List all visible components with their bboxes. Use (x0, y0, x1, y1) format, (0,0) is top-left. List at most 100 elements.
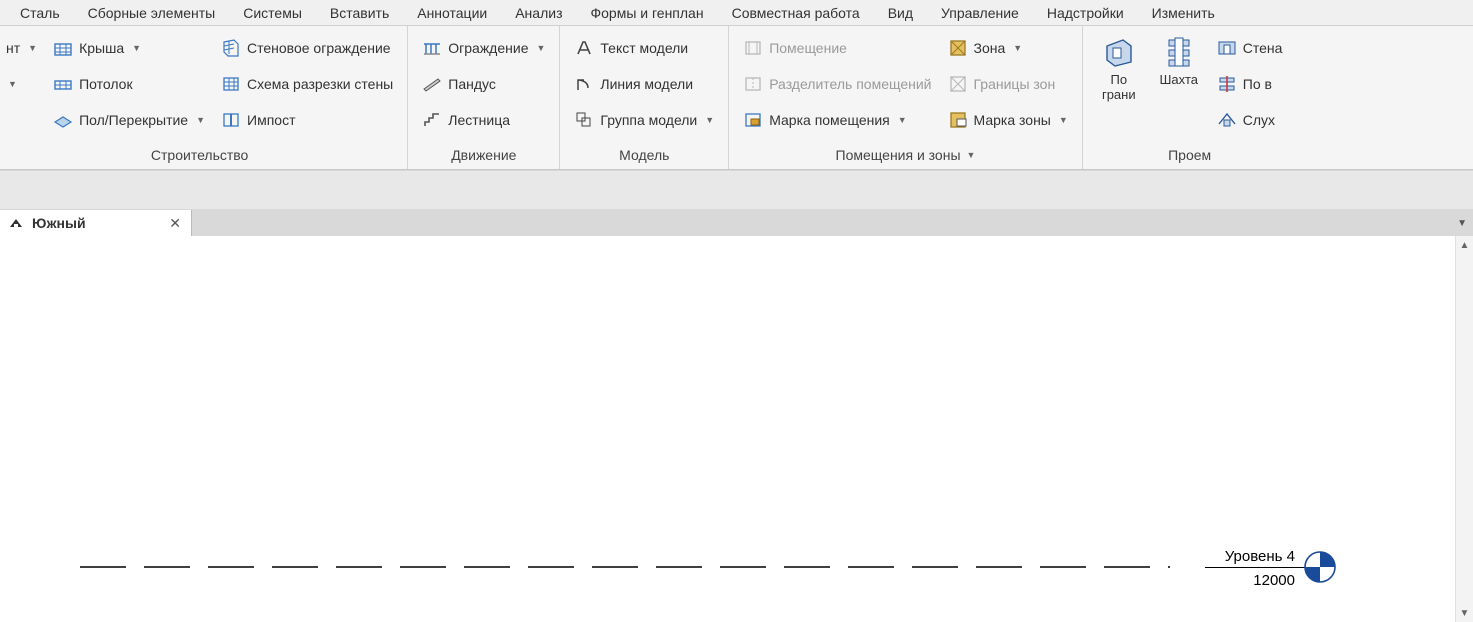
ramp-icon (422, 74, 442, 94)
tab-precast[interactable]: Сборные элементы (74, 2, 230, 24)
curtain-wall-button[interactable]: Стеновое ограждение (215, 32, 399, 64)
curtain-wall-icon (221, 38, 241, 58)
vertical-opening-icon (1217, 74, 1237, 94)
panel-build: нт▼ ▼ Крыша▼ Потолок Пол/Перекрытие▼ (0, 26, 408, 169)
tab-massing[interactable]: Формы и генплан (576, 2, 717, 24)
panel-label-opening: Проем (1091, 143, 1289, 169)
chevron-down-icon: ▼ (1013, 43, 1022, 53)
tab-manage[interactable]: Управление (927, 2, 1033, 24)
vertical-scrollbar[interactable]: ▲ ▼ (1455, 236, 1473, 622)
tab-addins[interactable]: Надстройки (1033, 2, 1138, 24)
scroll-up-icon[interactable]: ▲ (1456, 236, 1473, 254)
chevron-down-icon: ▼ (898, 115, 907, 125)
panel-label-model: Модель (568, 143, 720, 169)
shaft-icon (1163, 36, 1195, 68)
railing-icon (422, 38, 442, 58)
dormer-button[interactable]: Слух (1211, 104, 1289, 136)
ramp-button[interactable]: Пандус (416, 68, 551, 100)
room-separator-button: Разделитель помещений (737, 68, 937, 100)
close-icon[interactable]: ✕ (169, 215, 181, 232)
area-tag-icon (948, 110, 968, 130)
model-line-icon (574, 74, 594, 94)
level-name-label[interactable]: Уровень 4 (1225, 548, 1295, 565)
panel-model: Текст модели Линия модели Группа модели▼… (560, 26, 729, 169)
elevation-icon (8, 215, 24, 231)
mullion-button[interactable]: Импост (215, 104, 399, 136)
tab-collaborate[interactable]: Совместная работа (718, 2, 874, 24)
model-text-icon (574, 38, 594, 58)
tab-view[interactable]: Вид (874, 2, 927, 24)
unknown-button-partial[interactable] (0, 104, 43, 136)
level-rule (1205, 567, 1305, 568)
model-group-icon (574, 110, 594, 130)
view-tab-label: Южный (32, 215, 86, 231)
tab-systems[interactable]: Системы (229, 2, 316, 24)
by-face-button[interactable]: По грани (1091, 32, 1147, 143)
shaft-button[interactable]: Шахта (1151, 32, 1207, 143)
mullion-icon (221, 110, 241, 130)
dormer-icon (1217, 110, 1237, 130)
roof-icon (53, 38, 73, 58)
view-tabs-overflow-icon[interactable]: ▼ (1457, 218, 1467, 229)
curtain-grid-button[interactable]: Схема разрезки стены (215, 68, 399, 100)
view-tab-active[interactable]: Южный ✕ (0, 210, 192, 236)
ribbon-tab-strip: Сталь Сборные элементы Системы Вставить … (0, 0, 1473, 26)
ribbon: нт▼ ▼ Крыша▼ Потолок Пол/Перекрытие▼ (0, 26, 1473, 170)
area-icon (948, 38, 968, 58)
chevron-down-icon: ▼ (967, 150, 976, 160)
tab-modify[interactable]: Изменить (1138, 2, 1229, 24)
chevron-down-icon: ▼ (196, 115, 205, 125)
drawing-area-wrap: Уровень 4 12000 ▲ ▼ (0, 236, 1473, 622)
area-boundary-button: Границы зон (942, 68, 1074, 100)
ceiling-icon (53, 74, 73, 94)
stair-icon (422, 110, 442, 130)
column-button-partial[interactable]: ▼ (0, 68, 43, 100)
panel-rooms-areas: Помещение Разделитель помещений Марка по… (729, 26, 1083, 169)
area-tag-button[interactable]: Марка зоны▼ (942, 104, 1074, 136)
curtain-grid-icon (221, 74, 241, 94)
by-face-icon (1103, 36, 1135, 68)
options-bar (0, 170, 1473, 210)
scroll-down-icon[interactable]: ▼ (1456, 604, 1473, 622)
railing-button[interactable]: Ограждение▼ (416, 32, 551, 64)
ceiling-button[interactable]: Потолок (47, 68, 211, 100)
tab-analyze[interactable]: Анализ (501, 2, 576, 24)
tab-insert[interactable]: Вставить (316, 2, 403, 24)
room-tag-button[interactable]: Марка помещения▼ (737, 104, 937, 136)
view-tab-strip: Южный ✕ ▼ (0, 210, 1473, 236)
model-line-button[interactable]: Линия модели (568, 68, 720, 100)
room-separator-icon (743, 74, 763, 94)
model-text-button[interactable]: Текст модели (568, 32, 720, 64)
tab-annotate[interactable]: Аннотации (403, 2, 501, 24)
room-button: Помещение (737, 32, 937, 64)
room-icon (743, 38, 763, 58)
level-elevation-label[interactable]: 12000 (1253, 572, 1295, 589)
panel-label-build: Строительство (0, 143, 399, 169)
chevron-down-icon: ▼ (132, 43, 141, 53)
tab-steel[interactable]: Сталь (6, 2, 74, 24)
level-head-icon[interactable] (1303, 550, 1337, 584)
component-button-partial[interactable]: нт▼ (0, 32, 43, 64)
room-tag-icon (743, 110, 763, 130)
panel-label-circulation: Движение (416, 143, 551, 169)
panel-circulation: Ограждение▼ Пандус Лестница Движение (408, 26, 560, 169)
area-button[interactable]: Зона▼ (942, 32, 1074, 64)
chevron-down-icon: ▼ (8, 79, 17, 89)
chevron-down-icon: ▼ (536, 43, 545, 53)
chevron-down-icon: ▼ (1059, 115, 1068, 125)
chevron-down-icon: ▼ (28, 43, 37, 53)
level-line[interactable] (80, 562, 1170, 572)
stair-button[interactable]: Лестница (416, 104, 551, 136)
vertical-opening-button[interactable]: По в (1211, 68, 1289, 100)
area-boundary-icon (948, 74, 968, 94)
model-group-button[interactable]: Группа модели▼ (568, 104, 720, 136)
panel-opening: По грани Шахта Стена По в Слух (1083, 26, 1297, 169)
drawing-area[interactable]: Уровень 4 12000 (0, 236, 1455, 622)
floor-icon (53, 110, 73, 130)
chevron-down-icon: ▼ (705, 115, 714, 125)
roof-button[interactable]: Крыша▼ (47, 32, 211, 64)
wall-opening-button[interactable]: Стена (1211, 32, 1289, 64)
floor-button[interactable]: Пол/Перекрытие▼ (47, 104, 211, 136)
wall-opening-icon (1217, 38, 1237, 58)
panel-label-rooms[interactable]: Помещения и зоны ▼ (737, 143, 1074, 169)
